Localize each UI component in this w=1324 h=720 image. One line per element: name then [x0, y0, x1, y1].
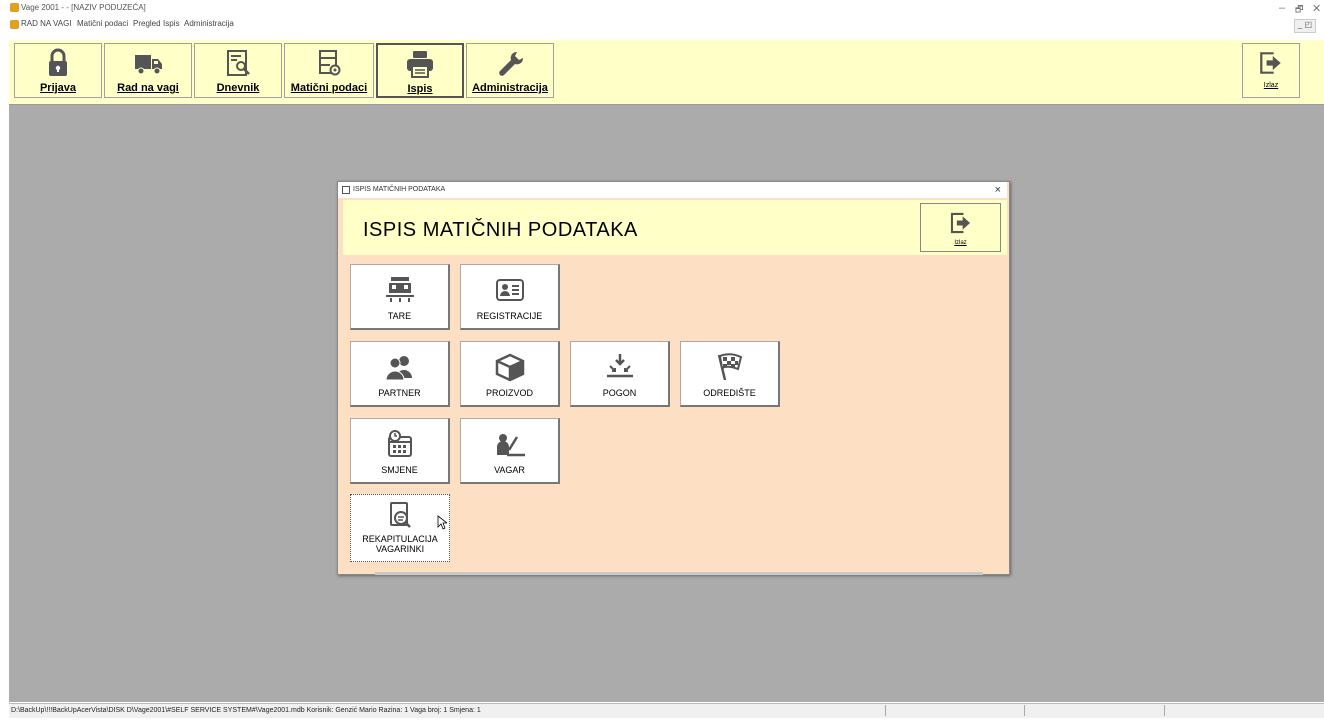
administracija-button[interactable]: Administracija [466, 43, 554, 98]
prijava-label: Prijava [39, 82, 77, 94]
checkered-flag-icon [717, 353, 742, 381]
maticni-podaci-button[interactable]: Matični podaci [284, 43, 374, 98]
truck-icon [135, 55, 162, 75]
person-desk-icon [496, 434, 525, 457]
exit-icon [950, 212, 970, 234]
smjene-label: SMJENE [381, 465, 418, 475]
window-title: Vage 2001 - - [NAZIV PODUZEĆA] [21, 3, 146, 12]
window-titlebar: Vage 2001 - - [NAZIV PODUZEĆA] – 🗗 ✕ [0, 0, 1324, 17]
dnevnik-label: Dnevnik [216, 82, 260, 94]
prijava-button[interactable]: Prijava [14, 43, 102, 98]
dialog-exit-button[interactable]: Izlaz [920, 203, 1001, 252]
ispis-label: Ispis [407, 83, 433, 95]
menu-maticni-podaci[interactable]: Matični podaci [77, 19, 128, 28]
dialog-exit-label: Izlaz [954, 240, 967, 246]
odrediste-label: ODREDIŠTE [703, 388, 756, 398]
tare-label: TARE [387, 311, 412, 321]
registracije-button[interactable]: REGISTRACIJE [460, 264, 560, 330]
close-button[interactable]: ✕ [1312, 2, 1321, 15]
partner-button[interactable]: PARTNER [350, 341, 450, 407]
users-icon [384, 356, 412, 381]
proizvod-label: PROIZVOD [485, 388, 533, 398]
restore-button[interactable]: 🗗 [1295, 2, 1303, 18]
partner-label: PARTNER [378, 388, 421, 398]
pogon-button[interactable]: POGON [570, 341, 670, 407]
rad-na-vagi-button[interactable]: Rad na vagi [104, 43, 192, 98]
minimize-button[interactable]: – [1279, 2, 1285, 14]
status-text: D:\BackUp\!!!BackUpAcerVista\DISK D\Vage… [11, 707, 481, 714]
wrench-icon [499, 51, 524, 76]
app-menu-icon[interactable] [10, 20, 19, 29]
dialog-scroll-track[interactable] [375, 572, 983, 575]
exit-icon [1260, 52, 1281, 74]
toolbar-exit-button[interactable]: Izlaz [1242, 43, 1300, 98]
rad-na-vagi-label: Rad na vagi [117, 82, 179, 94]
printer-icon [407, 51, 433, 78]
maticni-podaci-label: Matični podaci [290, 82, 368, 94]
dialog-header: ISPIS MATIČNIH PODATAKA Izlaz [343, 200, 1007, 255]
statusbar: D:\BackUp\!!!BackUpAcerVista\DISK D\Vage… [9, 703, 1324, 718]
dialog-titlebar: ISPIS MATIČNIH PODATAKA × [338, 182, 1007, 198]
smjene-button[interactable]: SMJENE [350, 418, 450, 484]
dnevnik-button[interactable]: Dnevnik [194, 43, 282, 98]
status-panel [1164, 705, 1165, 716]
registracije-label: REGISTRACIJE [476, 311, 543, 321]
app-icon [10, 3, 19, 12]
menu-rad-na-vagi[interactable]: RAD NA VAGI [21, 19, 72, 28]
mouse-cursor-icon [437, 515, 447, 530]
vagar-button[interactable]: VAGAR [460, 418, 560, 484]
rekapitulacija-vagarinki-button[interactable]: REKAPITULACIJA VAGARINKI [350, 494, 450, 562]
dialog-title: ISPIS MATIČNIH PODATAKA [353, 186, 446, 193]
mdi-window-controls[interactable]: _ ◰ [1294, 19, 1316, 33]
inbox-arrows-icon [606, 354, 633, 378]
vagar-label: VAGAR [494, 465, 525, 475]
lock-icon [49, 48, 67, 76]
id-card-icon [495, 279, 524, 301]
administracija-label: Administracija [472, 82, 548, 94]
dialog-close-button[interactable]: × [995, 184, 1001, 196]
calendar-clock-icon [387, 430, 412, 457]
box-icon [495, 353, 524, 382]
ispis-button[interactable]: Ispis [376, 43, 464, 98]
main-toolbar: Prijava Rad na vagi Dnevnik Matični poda… [9, 40, 1324, 105]
menu-administracija[interactable]: Administracija [184, 19, 234, 28]
tare-button[interactable]: TARE [350, 264, 450, 330]
rekapitulacija-vagarinki-label: REKAPITULACIJA VAGARINKI [362, 534, 438, 554]
dialog-heading: ISPIS MATIČNIH PODATAKA [363, 219, 638, 241]
status-panel [885, 705, 886, 716]
menu-ispis[interactable]: Ispis [163, 19, 179, 28]
dialog-window-icon [342, 186, 350, 194]
proizvod-button[interactable]: PROIZVOD [460, 341, 560, 407]
pogon-label: POGON [602, 388, 637, 398]
scale-tare-icon [385, 277, 414, 302]
menu-pregled[interactable]: Pregled [133, 19, 161, 28]
journal-search-icon [227, 50, 250, 76]
document-search-icon [390, 502, 411, 528]
toolbar-exit-label: Izlaz [1263, 82, 1279, 89]
odrediste-button[interactable]: ODREDIŠTE [680, 341, 780, 407]
menubar: RAD NA VAGI Matični podaci Pregled Ispis… [0, 17, 1324, 31]
status-panel [1024, 705, 1025, 716]
data-settings-icon [319, 50, 341, 76]
